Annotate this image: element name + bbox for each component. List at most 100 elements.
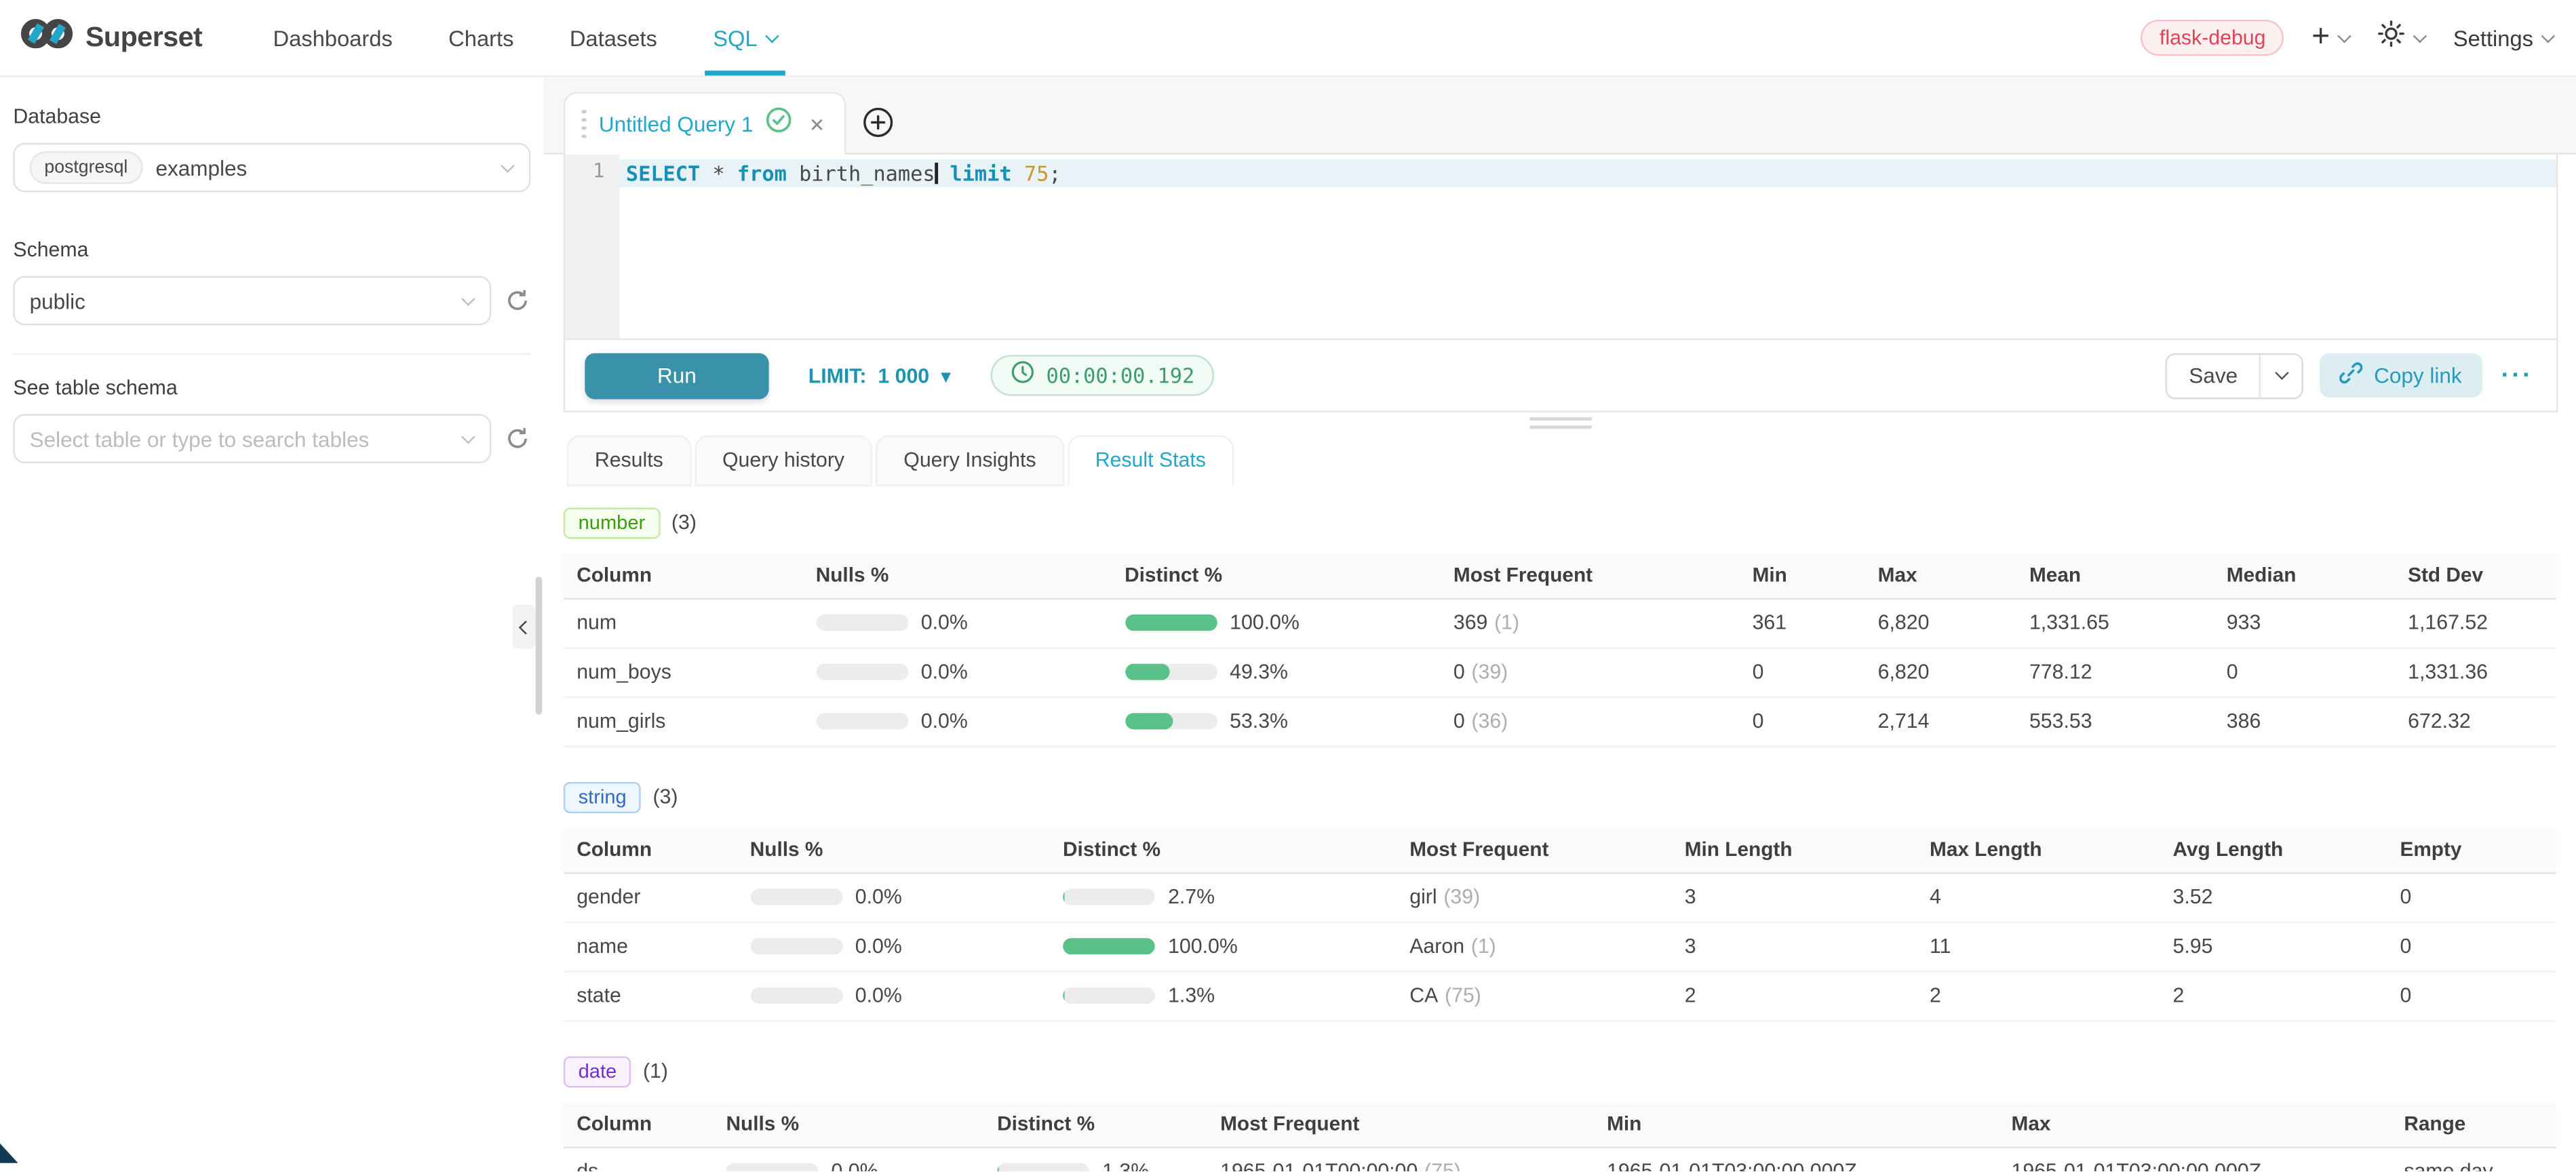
sql-code-editor[interactable]: 1 SELECT * from birth_names limit 75; xyxy=(565,155,2556,338)
cell-stat: 1,331.36 xyxy=(2395,661,2556,684)
column-header: Avg Length xyxy=(2160,838,2387,861)
column-header: Max xyxy=(1865,564,2016,587)
nav-sql[interactable]: SQL xyxy=(685,0,805,75)
cell-nulls: 0.0% xyxy=(737,886,1049,909)
cell-distinct: 100.0% xyxy=(1050,935,1397,958)
column-header: Min xyxy=(1594,1112,1998,1135)
table-schema-label: See table schema xyxy=(13,376,530,399)
editor-code[interactable]: SELECT * from birth_names limit 75; xyxy=(619,155,2556,338)
cell-column: name xyxy=(564,935,737,958)
stats-section-number: number (3) Column Nulls % Distinct % Mos… xyxy=(564,507,2556,747)
chevron-down-icon xyxy=(2338,28,2352,43)
save-button[interactable]: Save xyxy=(2168,354,2259,397)
tab-query-insights[interactable]: Query Insights xyxy=(876,435,1064,486)
cell-nulls: 0.0% xyxy=(802,709,1111,732)
cell-column: num xyxy=(564,611,803,634)
cell-stat: 2 xyxy=(1917,984,2160,1007)
superset-logo[interactable]: Superset xyxy=(20,0,202,75)
column-header: Column xyxy=(564,564,803,587)
column-header: Empty xyxy=(2387,838,2556,861)
timer-value: 00:00:00.192 xyxy=(1046,363,1194,387)
column-header: Most Frequent xyxy=(1441,564,1740,587)
cell-stat: 1,331.65 xyxy=(2016,611,2214,634)
query-timer: 00:00:00.192 xyxy=(990,355,1214,396)
cell-stat: 0 xyxy=(1739,709,1865,732)
nav-dashboards[interactable]: Dashboards xyxy=(245,0,421,75)
nulls-bar xyxy=(750,988,842,1004)
column-header: Median xyxy=(2213,564,2394,587)
table-row: num_boys 0.0% 49.3% 0(39) 0 6,820 778.12… xyxy=(564,648,2556,698)
resize-grip-icon[interactable] xyxy=(1529,417,1591,428)
collapse-sidebar-button[interactable] xyxy=(513,604,536,648)
cell-stat: 778.12 xyxy=(2016,661,2214,684)
table-row: gender 0.0% 2.7% girl(39) 3 4 3.52 0 xyxy=(564,873,2556,922)
superset-infinity-icon xyxy=(20,16,74,59)
chevron-down-icon xyxy=(765,28,779,43)
table-row: num 0.0% 100.0% 369(1) 361 6,820 1,331.6… xyxy=(564,599,2556,648)
schema-select[interactable]: public xyxy=(13,276,491,326)
column-header: Column xyxy=(564,1112,713,1135)
chevron-left-icon xyxy=(519,620,533,634)
tab-results[interactable]: Results xyxy=(567,435,691,486)
distinct-bar xyxy=(1125,614,1217,631)
nulls-bar xyxy=(750,938,842,954)
column-header: Max xyxy=(1998,1112,2391,1135)
database-select[interactable]: postgresql examples xyxy=(13,143,530,193)
query-tabs-strip: Untitled Query 1 ✕ xyxy=(544,77,2576,155)
tab-result-stats[interactable]: Result Stats xyxy=(1068,435,1234,486)
new-query-tab-button[interactable] xyxy=(846,90,909,153)
sidebar-divider xyxy=(13,353,530,355)
more-actions-button[interactable]: ··· xyxy=(2498,362,2537,389)
new-dropdown-button[interactable]: + xyxy=(2311,24,2349,52)
column-header: Distinct % xyxy=(1050,838,1397,861)
chevron-down-icon xyxy=(2541,28,2556,43)
cell-stat: 0 xyxy=(2387,886,2556,909)
tab-query-history[interactable]: Query history xyxy=(695,435,872,486)
run-query-button[interactable]: Run xyxy=(585,353,768,399)
nulls-bar xyxy=(726,1163,819,1171)
distinct-bar xyxy=(1125,664,1217,680)
table-select[interactable]: Select table or type to search tables xyxy=(13,414,491,463)
close-tab-icon[interactable]: ✕ xyxy=(809,113,825,136)
chevron-down-icon xyxy=(461,429,475,444)
column-header: Range xyxy=(2391,1112,2556,1135)
table-row: state 0.0% 1.3% CA(75) 2 2 2 0 xyxy=(564,972,2556,1021)
copy-link-button[interactable]: Copy link xyxy=(2320,353,2482,397)
sidebar-scrollbar-thumb[interactable] xyxy=(536,577,543,714)
nav-charts[interactable]: Charts xyxy=(421,0,542,75)
cell-stat: 1965-01-01T03:00:00.000Z xyxy=(1594,1160,1998,1171)
cell-column: gender xyxy=(564,886,737,909)
query-tab[interactable]: Untitled Query 1 ✕ xyxy=(564,92,846,155)
cell-stat: 386 xyxy=(2213,709,2394,732)
cell-stat: 2,714 xyxy=(1865,709,2016,732)
theme-toggle[interactable] xyxy=(2377,20,2425,56)
cell-stat: 5.95 xyxy=(2160,935,2387,958)
cell-nulls: 0.0% xyxy=(802,661,1111,684)
distinct-bar xyxy=(1063,888,1155,905)
cell-stat: 361 xyxy=(1739,611,1865,634)
refresh-schemas-icon[interactable] xyxy=(505,288,531,314)
settings-menu[interactable]: Settings xyxy=(2453,26,2553,50)
distinct-bar xyxy=(1125,713,1217,729)
cell-stat: 3 xyxy=(1671,935,1916,958)
cell-nulls: 0.0% xyxy=(737,984,1049,1007)
cell-stat: 0 xyxy=(1739,661,1865,684)
limit-dropdown[interactable]: LIMIT: 1 000 ▼ xyxy=(808,364,951,387)
table-row: num_girls 0.0% 53.3% 0(36) 0 2,714 553.5… xyxy=(564,697,2556,747)
column-header: Std Dev xyxy=(2395,564,2556,587)
navbar: Superset Dashboards Charts Datasets SQL … xyxy=(0,0,2576,77)
cell-stat: 2 xyxy=(2160,984,2387,1007)
nav-datasets[interactable]: Datasets xyxy=(542,0,685,75)
refresh-tables-icon[interactable] xyxy=(505,425,531,452)
drag-handle-icon[interactable] xyxy=(581,110,585,138)
column-header: Nulls % xyxy=(737,838,1049,861)
column-header: Mean xyxy=(2016,564,2214,587)
caret-down-icon: ▼ xyxy=(941,369,951,384)
cell-stat: 3 xyxy=(1671,886,1916,909)
save-options-caret[interactable] xyxy=(2259,354,2302,397)
sql-lab-sidebar: Database postgresql examples Schema publ… xyxy=(0,77,544,1171)
column-header: Nulls % xyxy=(713,1112,984,1135)
type-tag-date: date xyxy=(564,1055,631,1087)
cell-distinct: 49.3% xyxy=(1112,661,1441,684)
type-tag-string: string xyxy=(564,781,642,813)
